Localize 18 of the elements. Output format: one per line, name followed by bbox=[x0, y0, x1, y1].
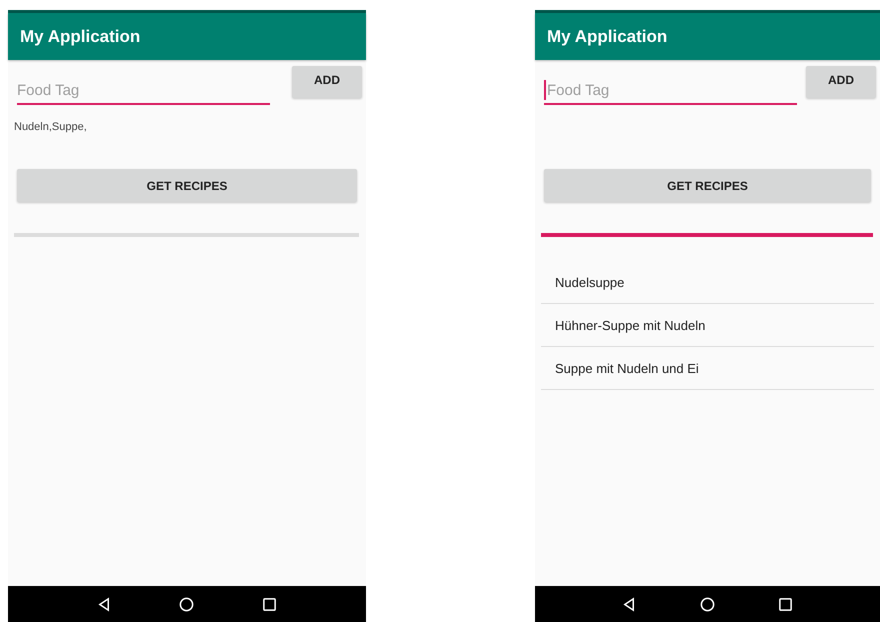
food-tag-field[interactable]: Food Tag bbox=[17, 72, 270, 105]
recents-icon[interactable] bbox=[778, 596, 794, 612]
app-title: My Application bbox=[20, 26, 140, 46]
back-icon[interactable] bbox=[96, 596, 112, 612]
recipe-item[interactable]: Nudelsuppe bbox=[541, 261, 874, 304]
app-title: My Application bbox=[547, 26, 668, 46]
home-icon[interactable] bbox=[179, 596, 194, 612]
tags-text: Nudeln,Suppe, bbox=[14, 121, 87, 133]
add-button[interactable]: ADD bbox=[292, 66, 362, 98]
back-icon[interactable] bbox=[622, 596, 637, 612]
get-recipes-button[interactable]: GET RECIPES bbox=[17, 169, 357, 202]
add-button[interactable]: ADD bbox=[806, 66, 876, 98]
home-icon[interactable] bbox=[700, 596, 715, 612]
recipe-item[interactable]: Suppe mit Nudeln und Ei bbox=[541, 347, 874, 390]
recents-icon[interactable] bbox=[262, 596, 278, 612]
get-recipes-button[interactable]: GET RECIPES bbox=[544, 169, 871, 202]
recipe-item[interactable]: Hühner-Suppe mit Nudeln bbox=[541, 304, 874, 347]
food-tag-field[interactable]: Food Tag bbox=[544, 72, 797, 105]
